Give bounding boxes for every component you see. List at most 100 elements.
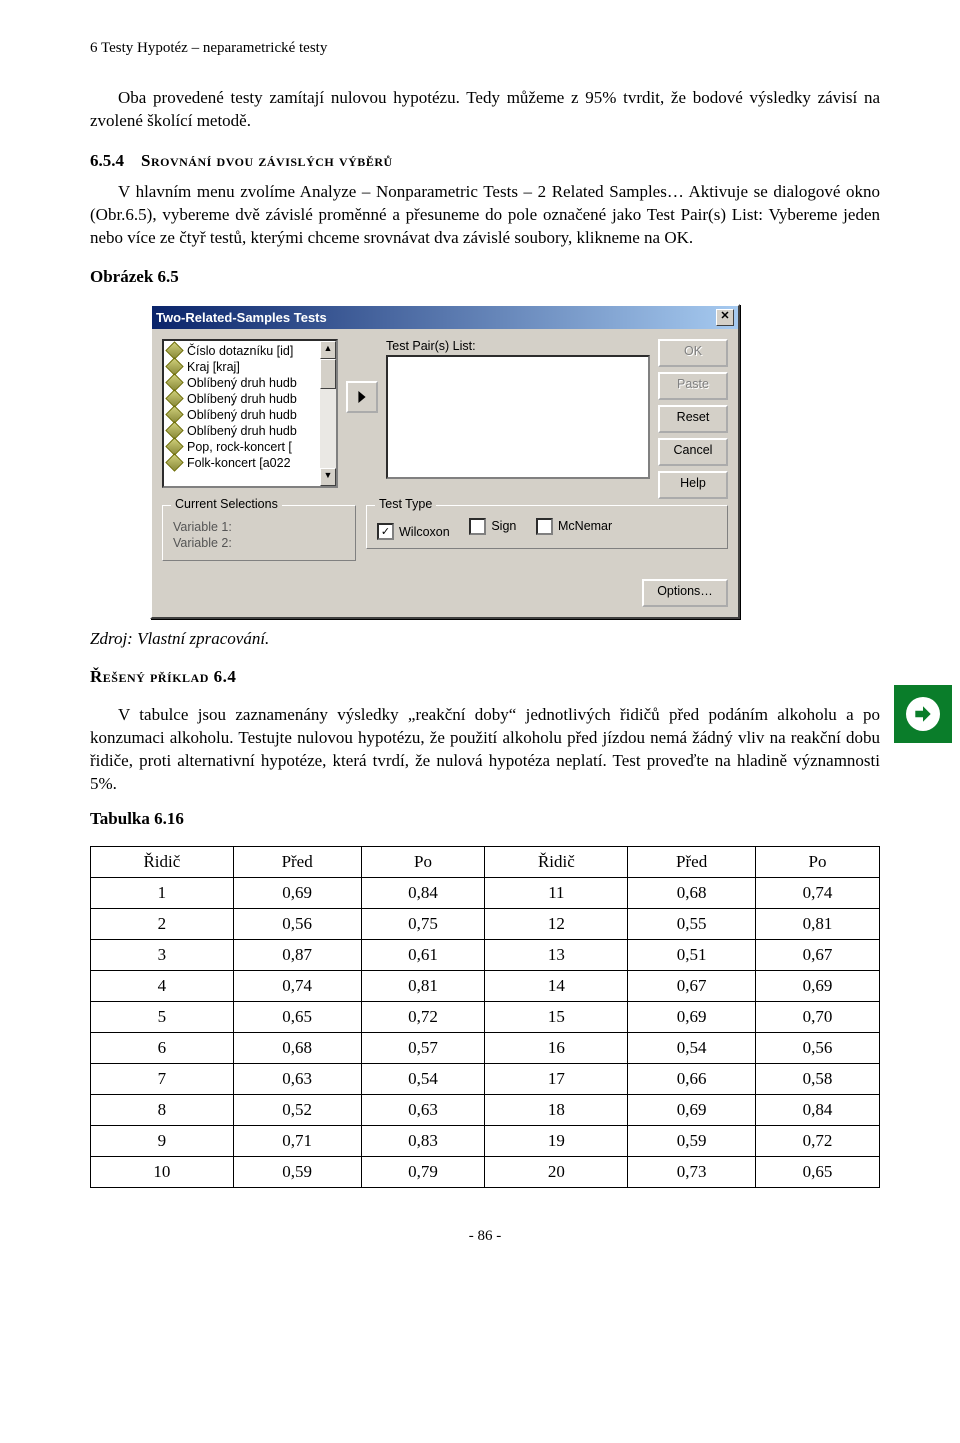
table-cell: 0,52	[233, 1095, 361, 1126]
data-table: ŘidičPředPoŘidičPředPo 10,690,84110,680,…	[90, 846, 880, 1188]
options-button[interactable]: Options…	[642, 579, 728, 607]
list-item[interactable]: Oblíbený druh hudb	[166, 375, 334, 391]
table-cell: 0,67	[628, 971, 756, 1002]
table-header: Řidič	[485, 847, 628, 878]
table-cell: 0,59	[628, 1126, 756, 1157]
paste-button[interactable]: Paste	[658, 372, 728, 400]
figure-source: Zdroj: Vlastní zpracování.	[90, 629, 880, 649]
help-button[interactable]: Help	[658, 471, 728, 499]
table-row: 70,630,54170,660,58	[91, 1064, 880, 1095]
table-cell: 0,65	[233, 1002, 361, 1033]
table-cell: 16	[485, 1033, 628, 1064]
table-cell: 0,61	[361, 940, 485, 971]
table-cell: 0,71	[233, 1126, 361, 1157]
table-cell: 0,69	[233, 878, 361, 909]
table-cell: 0,56	[756, 1033, 880, 1064]
table-row: 50,650,72150,690,70	[91, 1002, 880, 1033]
table-cell: 0,69	[628, 1002, 756, 1033]
table-row: 20,560,75120,550,81	[91, 909, 880, 940]
scroll-up-icon[interactable]: ▲	[320, 341, 336, 359]
list-item[interactable]: Oblíbený druh hudb	[166, 407, 334, 423]
table-cell: 0,74	[233, 971, 361, 1002]
table-cell: 0,58	[756, 1064, 880, 1095]
table-cell: 0,59	[233, 1157, 361, 1188]
ok-button[interactable]: OK	[658, 339, 728, 367]
variable1-label: Variable 1:	[173, 520, 345, 534]
checkbox-icon	[536, 518, 553, 535]
table-cell: 0,54	[361, 1064, 485, 1095]
pair-list-label: Test Pair(s) List:	[386, 339, 650, 353]
table-cell: 0,84	[361, 878, 485, 909]
table-cell: 0,55	[628, 909, 756, 940]
close-icon[interactable]: ✕	[716, 309, 734, 326]
scroll-down-icon[interactable]: ▼	[320, 468, 336, 486]
scrollbar[interactable]: ▲ ▼	[320, 341, 336, 486]
reset-button[interactable]: Reset	[658, 405, 728, 433]
paragraph-intro: Oba provedené testy zamítají nulovou hyp…	[90, 87, 880, 133]
table-header: Před	[233, 847, 361, 878]
table-cell: 19	[485, 1126, 628, 1157]
table-header: Po	[361, 847, 485, 878]
table-cell: 0,66	[628, 1064, 756, 1095]
cancel-button[interactable]: Cancel	[658, 438, 728, 466]
section-title: Srovnání dvou závislých výběrů	[141, 151, 393, 170]
table-cell: 0,56	[233, 909, 361, 940]
table-cell: 0,68	[233, 1033, 361, 1064]
list-item[interactable]: Oblíbený druh hudb	[166, 391, 334, 407]
list-item[interactable]: Kraj [kraj]	[166, 359, 334, 375]
table-cell: 0,72	[361, 1002, 485, 1033]
list-item[interactable]: Pop, rock-koncert [	[166, 439, 334, 455]
example-body: V tabulce jsou zaznamenány výsledky „rea…	[90, 704, 880, 796]
table-cell: 2	[91, 909, 234, 940]
variable-icon	[165, 453, 183, 471]
variables-listbox[interactable]: Číslo dotazníku [id] Kraj [kraj] Oblíben…	[162, 339, 338, 488]
table-cell: 20	[485, 1157, 628, 1188]
list-item[interactable]: Oblíbený druh hudb	[166, 423, 334, 439]
table-cell: 18	[485, 1095, 628, 1126]
table-cell: 0,73	[628, 1157, 756, 1188]
table-cell: 0,81	[361, 971, 485, 1002]
table-cell: 0,75	[361, 909, 485, 940]
table-cell: 0,63	[361, 1095, 485, 1126]
table-cell: 0,79	[361, 1157, 485, 1188]
pair-listbox[interactable]	[386, 355, 650, 479]
table-cell: 0,74	[756, 878, 880, 909]
example-marker-icon	[894, 685, 952, 743]
table-cell: 0,81	[756, 909, 880, 940]
table-cell: 0,65	[756, 1157, 880, 1188]
table-cell: 6	[91, 1033, 234, 1064]
table-cell: 7	[91, 1064, 234, 1095]
table-cell: 3	[91, 940, 234, 971]
table-row: 90,710,83190,590,72	[91, 1126, 880, 1157]
mcnemar-checkbox[interactable]: McNemar	[536, 518, 612, 535]
dialog-titlebar[interactable]: Two-Related-Samples Tests ✕	[152, 306, 738, 329]
table-cell: 14	[485, 971, 628, 1002]
paragraph-instructions: V hlavním menu zvolíme Analyze – Nonpara…	[90, 181, 880, 250]
scroll-thumb[interactable]	[320, 359, 336, 389]
wilcoxon-checkbox[interactable]: ✓ Wilcoxon	[377, 523, 450, 540]
sign-checkbox[interactable]: Sign	[469, 518, 516, 535]
table-cell: 0,83	[361, 1126, 485, 1157]
table-cell: 11	[485, 878, 628, 909]
checkbox-checked-icon: ✓	[377, 523, 394, 540]
table-row: 10,690,84110,680,74	[91, 878, 880, 909]
table-cell: 0,54	[628, 1033, 756, 1064]
table-cell: 0,87	[233, 940, 361, 971]
running-header: 6 Testy Hypotéz – neparametrické testy	[90, 40, 880, 57]
table-header: Řidič	[91, 847, 234, 878]
table-cell: 4	[91, 971, 234, 1002]
table-cell: 12	[485, 909, 628, 940]
table-cell: 15	[485, 1002, 628, 1033]
chevron-right-icon	[356, 391, 368, 403]
table-cell: 0,69	[628, 1095, 756, 1126]
list-item[interactable]: Číslo dotazníku [id]	[166, 343, 334, 359]
table-cell: 0,68	[628, 878, 756, 909]
table-cell: 9	[91, 1126, 234, 1157]
list-item[interactable]: Folk-koncert [a022	[166, 455, 334, 471]
dialog-title: Two-Related-Samples Tests	[156, 310, 327, 325]
table-header: Před	[628, 847, 756, 878]
figure-label: Obrázek 6.5	[90, 267, 880, 287]
table-cell: 0,67	[756, 940, 880, 971]
move-right-button[interactable]	[346, 381, 378, 413]
checkbox-icon	[469, 518, 486, 535]
